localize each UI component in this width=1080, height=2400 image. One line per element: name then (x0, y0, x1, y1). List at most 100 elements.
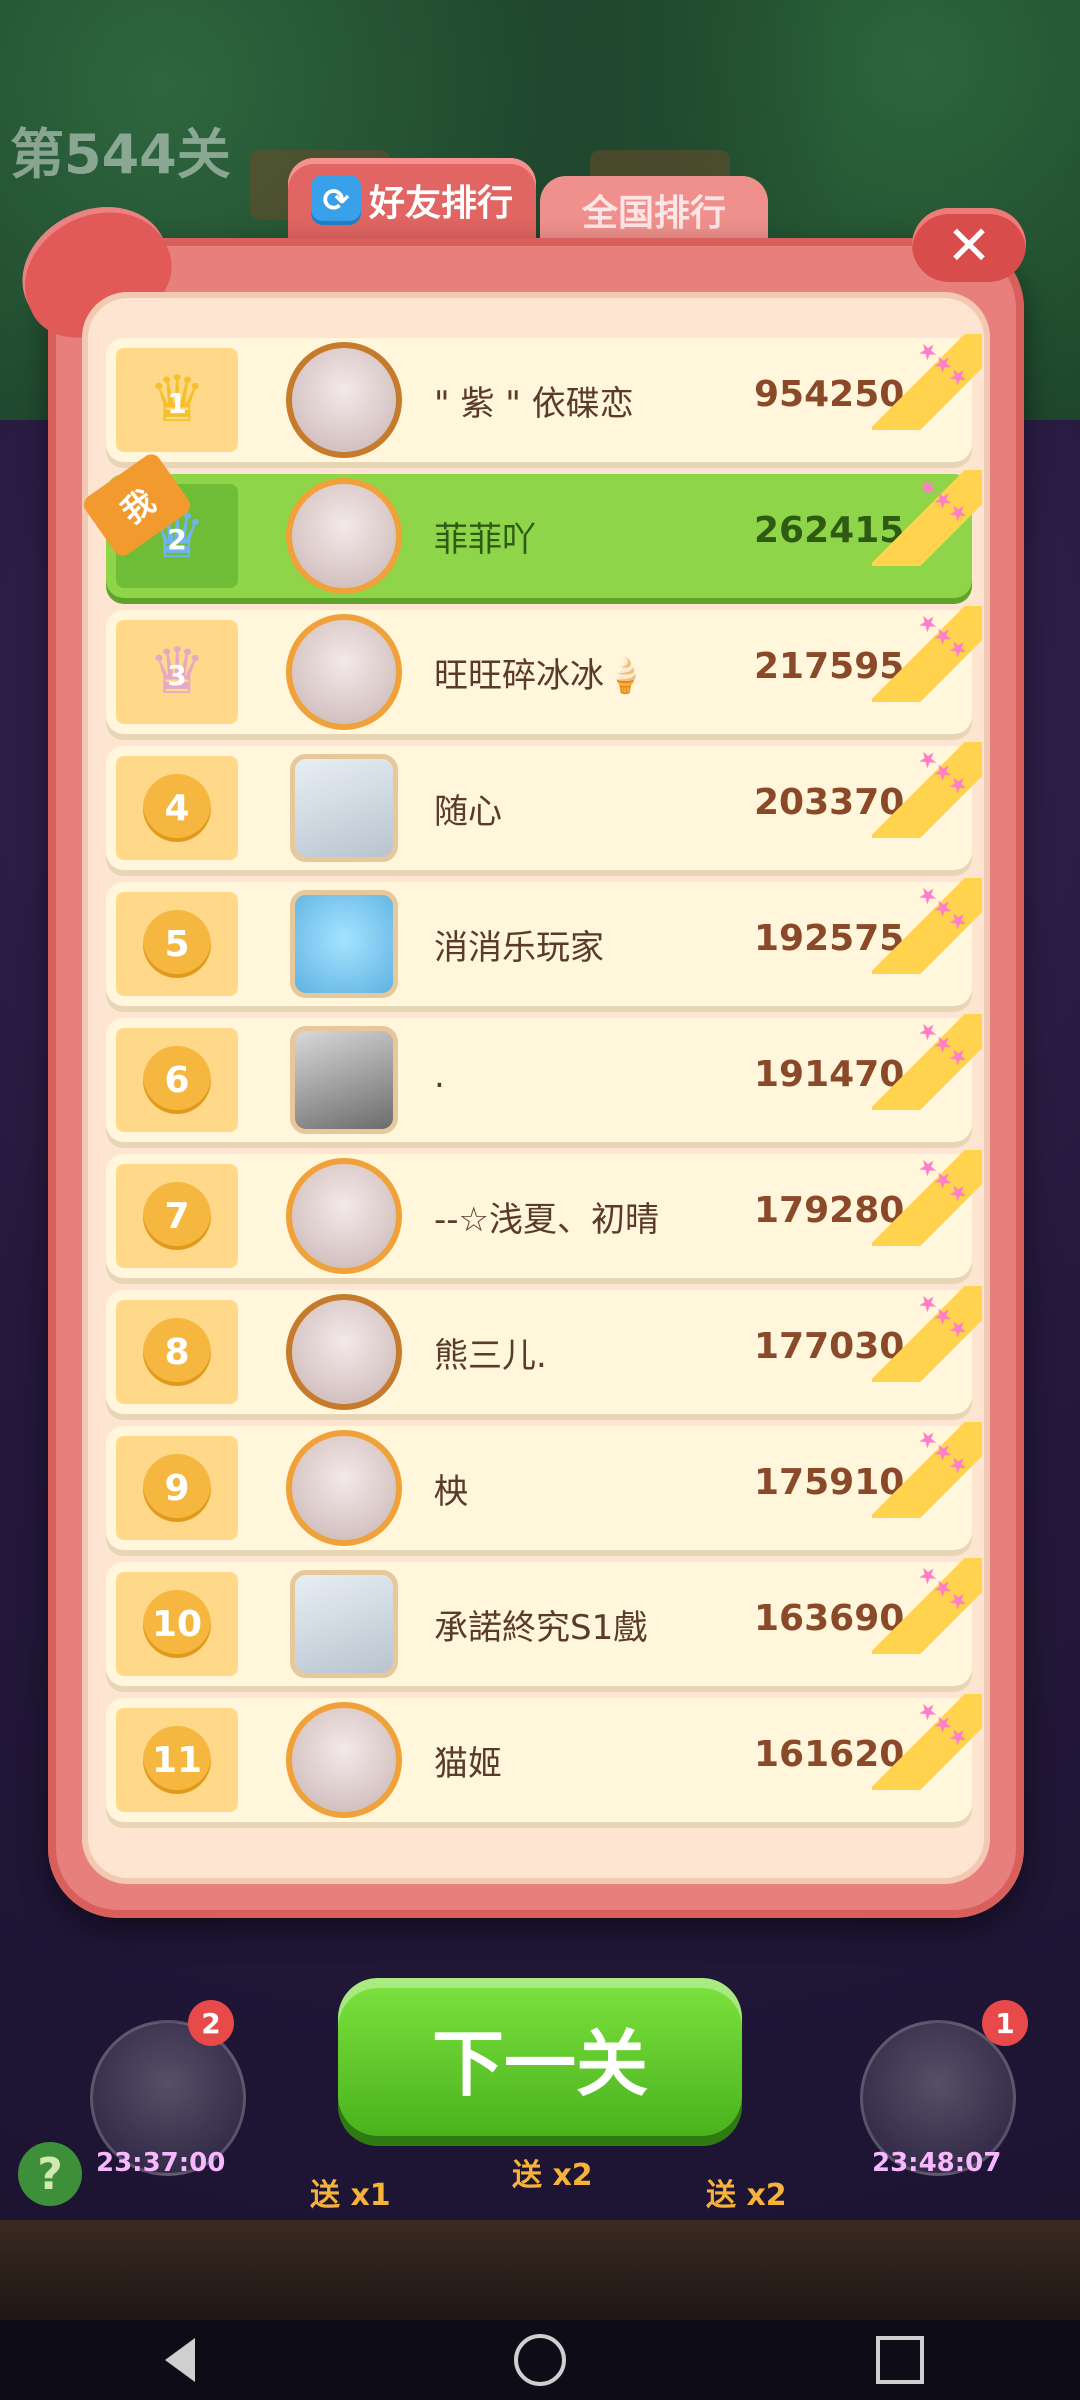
close-button[interactable]: ✕ (912, 208, 1026, 282)
booster-count-badge: 2 (188, 2000, 234, 2046)
avatar[interactable] (290, 754, 398, 862)
home-icon (514, 2334, 566, 2386)
star-ribbon-icon: ★★★ (872, 1422, 982, 1518)
help-button[interactable]: ? (18, 2142, 82, 2206)
leaderboard-row[interactable]: 4 随心 203370 ★★★ (106, 742, 982, 870)
player-name: 菲菲吖 (434, 520, 536, 560)
player-name: 熊三儿. (434, 1336, 547, 1376)
avatar-frame (276, 876, 412, 1012)
back-button[interactable] (140, 2320, 220, 2400)
star-ribbon-icon: ★★★ (872, 1150, 982, 1246)
avatar[interactable] (286, 1158, 402, 1274)
avatar-frame (276, 1148, 412, 1284)
rank-cell: ♛ 1 (116, 348, 238, 452)
avatar-frame (276, 1692, 412, 1828)
avatar[interactable] (290, 890, 398, 998)
recents-icon (876, 2336, 924, 2384)
star-ribbon-icon: ★★★ (872, 1558, 982, 1654)
leaderboard-row[interactable]: ♛ 1 " 紫 " 依碟恋 954250 ★★★ (106, 334, 982, 462)
avatar-frame (276, 1420, 412, 1556)
avatar[interactable] (286, 342, 402, 458)
leaderboard-row[interactable]: ♛ 3 旺旺碎冰冰🍦 217595 ★★★ (106, 606, 982, 734)
rank-cell: 11 (116, 1708, 238, 1812)
player-name: 柍 (434, 1472, 468, 1512)
rank-cell: 8 (116, 1300, 238, 1404)
avatar-frame (276, 1556, 412, 1692)
leaderboard-row[interactable]: 9 柍 175910 ★★★ (106, 1422, 982, 1550)
back-icon (165, 2338, 195, 2382)
recents-button[interactable] (860, 2320, 940, 2400)
rank-cell: 10 (116, 1572, 238, 1676)
rank-cell: 9 (116, 1436, 238, 1540)
tab-friends-ranking[interactable]: ⟳ 好友排行 (288, 158, 536, 242)
rank-number: 5 (143, 910, 211, 978)
avatar[interactable] (286, 614, 402, 730)
rank-number: 9 (143, 1454, 211, 1522)
close-icon: ✕ (946, 213, 992, 277)
avatar-frame (276, 468, 412, 604)
star-ribbon-icon: ★★★ (872, 470, 982, 566)
leaderboard-row[interactable]: 5 消消乐玩家 192575 ★★★ (106, 878, 982, 1006)
send-gift-label[interactable]: 送 x1 (310, 2170, 391, 2214)
leaderboard-row[interactable]: 11 猫姬 161620 ★★★ (106, 1694, 982, 1822)
avatar-frame (276, 740, 412, 876)
rank-cell: 5 (116, 892, 238, 996)
player-name: 承諾終究S1戲 (434, 1608, 648, 1648)
tab-national-ranking[interactable]: 全国排行 (540, 176, 768, 244)
player-name: 消消乐玩家 (434, 928, 604, 968)
rank-cell: ♛ 3 (116, 620, 238, 724)
star-ribbon-icon: ★★★ (872, 606, 982, 702)
avatar[interactable] (286, 478, 402, 594)
player-name: 猫姬 (434, 1744, 502, 1784)
rank-number: 7 (143, 1182, 211, 1250)
avatar-frame (276, 604, 412, 740)
player-name: 随心 (434, 792, 502, 832)
leaderboard-row[interactable]: 10 承諾終究S1戲 163690 ★★★ (106, 1558, 982, 1686)
leaderboard-row-me[interactable]: ♛ 2 菲菲吖 262415 ★★★ (106, 470, 982, 598)
booster-count-badge: 1 (982, 2000, 1028, 2046)
booster-timer: 23:48:07 (872, 2148, 1002, 2178)
avatar-frame (276, 1012, 412, 1148)
tab-friends-label: 好友排行 (368, 183, 513, 224)
star-ribbon-icon: ★★★ (872, 878, 982, 974)
leaderboard-row[interactable]: 8 熊三儿. 177030 ★★★ (106, 1286, 982, 1414)
star-ribbon-icon: ★★★ (872, 1286, 982, 1382)
gold-crown-icon: ♛ 1 (148, 363, 206, 437)
send-gift-label[interactable]: 送 x2 (512, 2150, 593, 2194)
bronze-crown-icon: ♛ 3 (148, 635, 206, 709)
star-ribbon-icon: ★★★ (872, 334, 982, 430)
home-button[interactable] (500, 2320, 580, 2400)
rank-number: 4 (143, 774, 211, 842)
star-ribbon-icon: ★★★ (872, 1014, 982, 1110)
rank-cell: 6 (116, 1028, 238, 1132)
level-label: 第544关 (10, 123, 231, 186)
rank-cell: 7 (116, 1164, 238, 1268)
rank-number: 10 (143, 1590, 211, 1658)
system-navigation-bar (0, 2320, 1080, 2400)
rank-number: 6 (143, 1046, 211, 1114)
rank-number: 8 (143, 1318, 211, 1386)
booster-timer: 23:37:00 (96, 2148, 226, 2178)
leaderboard-row[interactable]: 7 --☆浅夏、初晴 179280 ★★★ (106, 1150, 982, 1278)
player-name: 旺旺碎冰冰🍦 (434, 656, 647, 696)
star-ribbon-icon: ★★★ (872, 1694, 982, 1790)
avatar[interactable] (286, 1702, 402, 1818)
avatar-frame (276, 1284, 412, 1420)
player-name: . (434, 1056, 445, 1096)
send-gift-label[interactable]: 送 x2 (706, 2170, 787, 2214)
next-level-button[interactable]: 下一关 (338, 1978, 742, 2136)
star-ribbon-icon: ★★★ (872, 742, 982, 838)
refresh-icon[interactable]: ⟳ (310, 175, 361, 225)
rank-number: 11 (143, 1726, 211, 1794)
tab-national-label: 全国排行 (581, 193, 726, 234)
avatar[interactable] (286, 1294, 402, 1410)
player-name: --☆浅夏、初晴 (434, 1200, 660, 1240)
rank-cell: 4 (116, 756, 238, 860)
avatar[interactable] (290, 1026, 398, 1134)
avatar[interactable] (286, 1430, 402, 1546)
leaderboard-row[interactable]: 6 . 191470 ★★★ (106, 1014, 982, 1142)
avatar[interactable] (290, 1570, 398, 1678)
player-name: " 紫 " 依碟恋 (434, 384, 634, 424)
ground-decoration (0, 2220, 1080, 2320)
avatar-frame (276, 332, 412, 468)
